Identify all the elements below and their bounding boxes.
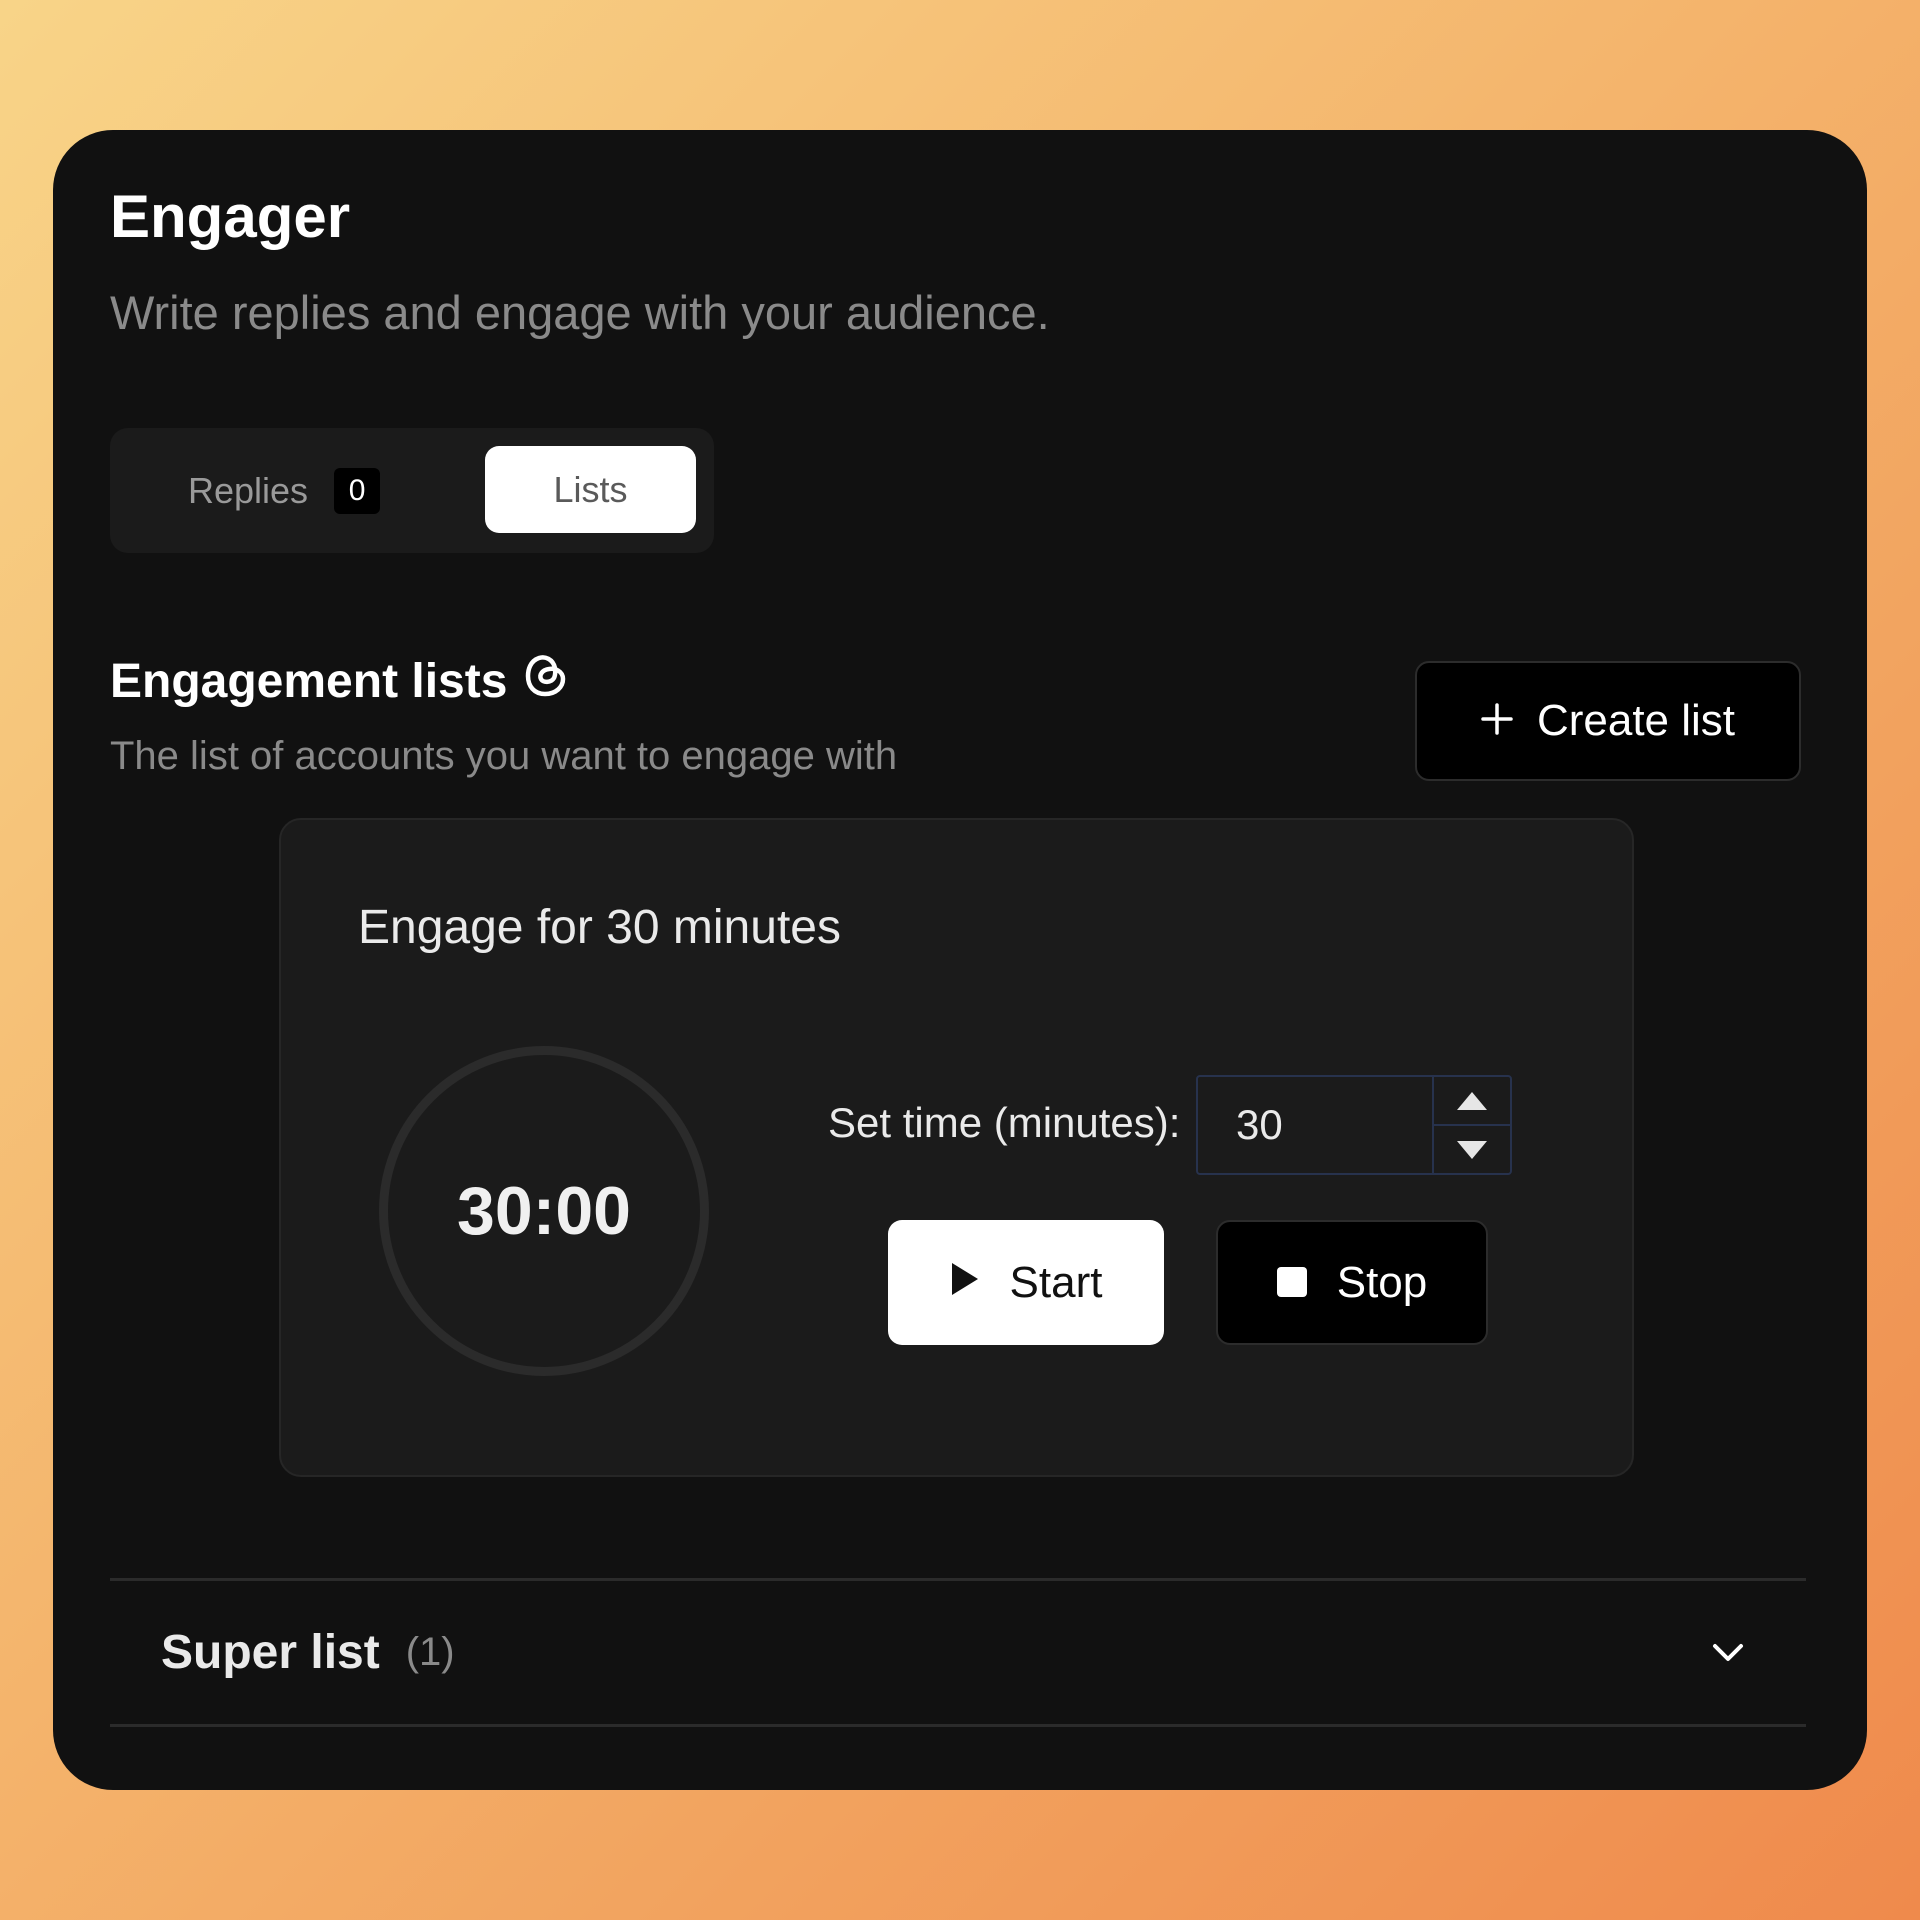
minutes-value[interactable]: 30	[1236, 1077, 1283, 1173]
list-name: Super list	[161, 1625, 380, 1679]
engagement-lists-description: The list of accounts you want to engage …	[110, 734, 898, 778]
engage-timer-panel: Engage for 30 minutes 30:00 Set time (mi…	[279, 818, 1634, 1477]
decrement-button[interactable]	[1434, 1124, 1510, 1173]
threads-icon	[525, 652, 567, 710]
minutes-input[interactable]: 30	[1196, 1075, 1512, 1175]
list-count: (1)	[405, 1629, 455, 1674]
minutes-stepper	[1432, 1077, 1510, 1173]
tab-bar: Replies 0 Lists	[110, 428, 714, 553]
start-label: Start	[1009, 1257, 1103, 1307]
list-item-title: Super list (1)	[161, 1581, 455, 1723]
increment-button[interactable]	[1434, 1077, 1510, 1124]
plus-icon	[1481, 696, 1513, 746]
tab-lists[interactable]: Lists	[485, 446, 696, 533]
timer-heading: Engage for 30 minutes	[358, 901, 841, 954]
create-list-label: Create list	[1536, 696, 1736, 745]
chevron-down-icon[interactable]	[1710, 1634, 1746, 1675]
create-list-button[interactable]: Create list	[1415, 661, 1801, 781]
engager-card: Engager Write replies and engage with yo…	[53, 130, 1867, 1790]
stop-icon	[1276, 1258, 1307, 1308]
stop-button[interactable]: Stop	[1216, 1220, 1488, 1345]
page-title: Engager	[110, 183, 351, 250]
stop-label: Stop	[1336, 1257, 1428, 1307]
tab-lists-label: Lists	[553, 468, 628, 510]
countdown-clock: 30:00	[379, 1046, 709, 1376]
start-button[interactable]: Start	[888, 1220, 1164, 1345]
engagement-lists-heading: Engagement lists	[110, 652, 567, 710]
replies-count-badge: 0	[334, 467, 381, 514]
play-icon	[950, 1258, 980, 1308]
countdown-display: 30:00	[457, 1173, 631, 1249]
tab-replies[interactable]: Replies 0	[188, 428, 381, 553]
triangle-up-icon	[1457, 1091, 1487, 1110]
triangle-down-icon	[1457, 1140, 1487, 1159]
tab-replies-label: Replies	[188, 469, 309, 511]
list-item-super-list[interactable]: Super list (1)	[110, 1581, 1806, 1723]
list-divider-bottom	[110, 1724, 1806, 1727]
set-time-label: Set time (minutes):	[828, 1099, 1181, 1146]
engagement-lists-title: Engagement lists	[110, 654, 508, 708]
page-subtitle: Write replies and engage with your audie…	[110, 286, 1050, 339]
